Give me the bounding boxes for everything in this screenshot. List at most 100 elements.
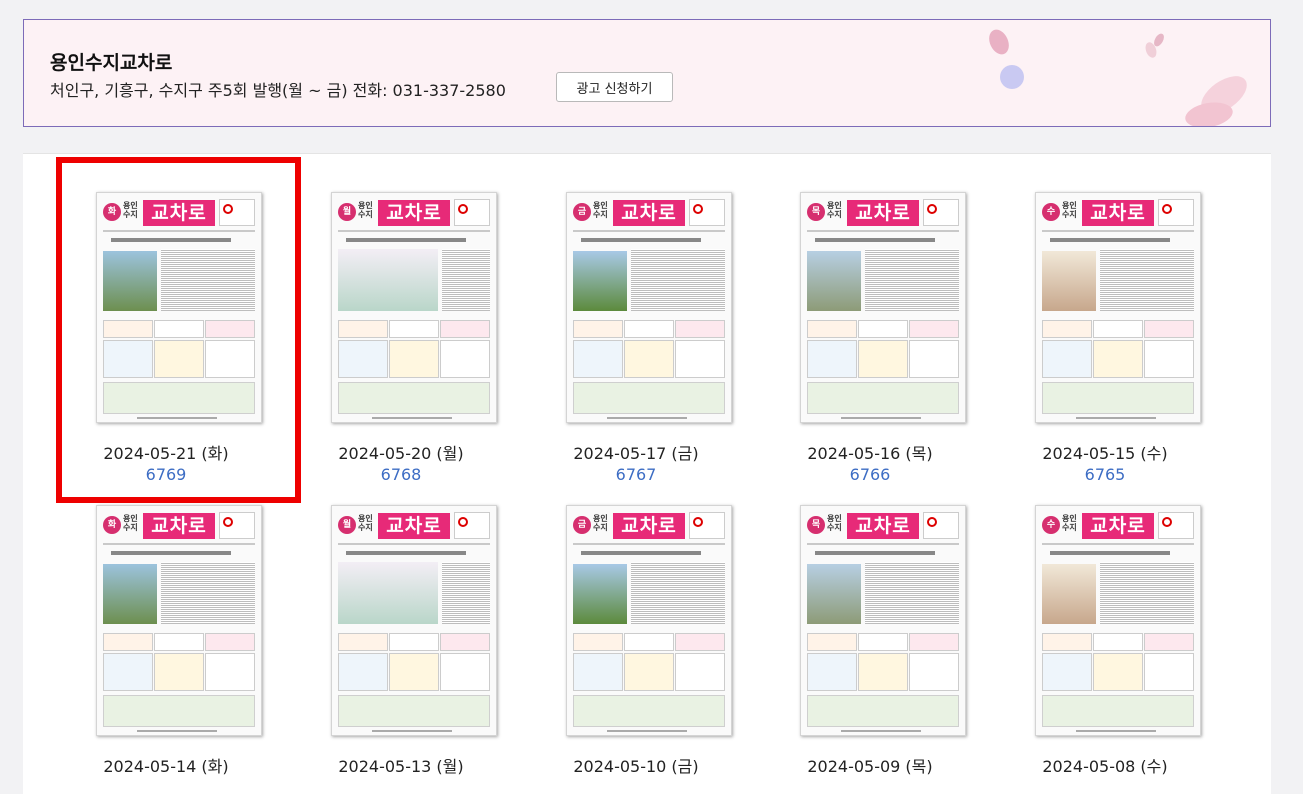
headline-bar: [581, 551, 701, 555]
issue-thumbnail[interactable]: 월 용인 수지 교차로: [331, 192, 497, 423]
ad-application-button[interactable]: 광고 신청하기: [556, 72, 673, 102]
masthead: 월 용인 수지 교차로: [338, 199, 490, 227]
headline-bar: [111, 551, 231, 555]
article-text: [161, 562, 255, 624]
divider: [1042, 543, 1194, 545]
issue-thumbnail[interactable]: 목 용인 수지 교차로: [800, 192, 966, 423]
issue-number-link[interactable]: 6765: [995, 465, 1215, 484]
newspaper-logo: 교차로: [613, 513, 685, 539]
issue-date: 2024-05-16 (목): [807, 444, 933, 463]
masthead: 목 용인 수지 교차로: [807, 512, 959, 540]
newspaper-logo: 교차로: [143, 200, 215, 226]
region-label: 용인 수지: [827, 201, 842, 219]
classified-ads: [338, 633, 490, 693]
issue-thumbnail[interactable]: 목 용인 수지 교차로: [800, 505, 966, 736]
issue-number-link[interactable]: 6768: [291, 465, 511, 484]
issue-date: 2024-05-10 (금): [573, 757, 699, 776]
masthead: 수 용인 수지 교차로: [1042, 199, 1194, 227]
footer-ad: [807, 382, 959, 414]
footer-line: [137, 730, 217, 732]
cover-photo: [573, 251, 627, 311]
headline-bar: [1050, 238, 1170, 242]
footer-ad: [807, 695, 959, 727]
newspaper-logo: 교차로: [847, 513, 919, 539]
newspaper-logo: 교차로: [1082, 200, 1154, 226]
issue-date: 2024-05-13 (월): [338, 757, 464, 776]
article-text: [631, 562, 725, 624]
footer-ad: [338, 382, 490, 414]
cover-photo: [807, 564, 861, 624]
region-label: 용인 수지: [123, 201, 138, 219]
classified-ads: [807, 633, 959, 693]
article-text: [865, 249, 959, 311]
divider: [807, 230, 959, 232]
issue-date: 2024-05-21 (화): [103, 444, 229, 463]
day-badge: 화: [103, 516, 121, 534]
divider: [1042, 230, 1194, 232]
cover-photo: [573, 564, 627, 624]
issue-date: 2024-05-08 (수): [1042, 757, 1168, 776]
newspaper-cover: 월 용인 수지 교차로: [331, 505, 497, 736]
newspaper-logo: 교차로: [613, 200, 685, 226]
day-badge: 목: [807, 516, 825, 534]
masthead: 목 용인 수지 교차로: [807, 199, 959, 227]
newspaper-cover: 화 용인 수지 교차로: [96, 192, 262, 423]
issue-thumbnail[interactable]: 화 용인 수지 교차로: [96, 505, 262, 736]
classified-ads: [103, 633, 255, 693]
newspaper-cover: 금 용인 수지 교차로: [566, 505, 732, 736]
region-label: 용인 수지: [358, 514, 373, 532]
footer-ad: [1042, 695, 1194, 727]
issue-thumbnail[interactable]: 수 용인 수지 교차로: [1035, 192, 1201, 423]
petal-decoration-icon: [989, 29, 1247, 126]
footer-ad: [1042, 382, 1194, 414]
region-label: 용인 수지: [1062, 201, 1077, 219]
footer-line: [1076, 730, 1156, 732]
day-badge: 금: [573, 203, 591, 221]
article-text: [865, 562, 959, 624]
issue-number-link[interactable]: 6767: [526, 465, 746, 484]
issue-number-link[interactable]: 6766: [760, 465, 980, 484]
footer-line: [607, 730, 687, 732]
cover-photo: [103, 564, 157, 624]
masthead: 수 용인 수지 교차로: [1042, 512, 1194, 540]
no-sign-icon: [1158, 512, 1194, 539]
issue-thumbnail[interactable]: 금 용인 수지 교차로: [566, 505, 732, 736]
issue-thumbnail[interactable]: 월 용인 수지 교차로: [331, 505, 497, 736]
day-badge: 화: [103, 203, 121, 221]
headline-bar: [111, 238, 231, 242]
newspaper-logo: 교차로: [143, 513, 215, 539]
divider: [338, 543, 490, 545]
newspaper-cover: 화 용인 수지 교차로: [96, 505, 262, 736]
classified-ads: [573, 320, 725, 380]
footer-line: [372, 417, 452, 419]
day-badge: 월: [338, 516, 356, 534]
no-sign-icon: [219, 199, 255, 226]
no-sign-icon: [1158, 199, 1194, 226]
masthead: 화 용인 수지 교차로: [103, 199, 255, 227]
region-label: 용인 수지: [593, 201, 608, 219]
newspaper-cover: 목 용인 수지 교차로: [800, 192, 966, 423]
newspaper-header: 용인수지교차로 처인구, 기흥구, 수지구 주5회 발행(월 ~ 금) 전화: …: [23, 19, 1271, 127]
masthead: 화 용인 수지 교차로: [103, 512, 255, 540]
article-text: [1100, 249, 1194, 311]
no-sign-icon: [923, 199, 959, 226]
issue-date: 2024-05-17 (금): [573, 444, 699, 463]
region-label: 용인 수지: [358, 201, 373, 219]
footer-ad: [103, 695, 255, 727]
issue-thumbnail[interactable]: 수 용인 수지 교차로: [1035, 505, 1201, 736]
footer-line: [841, 417, 921, 419]
issue-number-link[interactable]: 6769: [56, 465, 276, 484]
day-badge: 월: [338, 203, 356, 221]
divider: [807, 543, 959, 545]
headline-bar: [1050, 551, 1170, 555]
divider: [338, 230, 490, 232]
region-label: 용인 수지: [827, 514, 842, 532]
no-sign-icon: [689, 512, 725, 539]
no-sign-icon: [923, 512, 959, 539]
divider: [573, 543, 725, 545]
day-badge: 금: [573, 516, 591, 534]
issue-thumbnail[interactable]: 금 용인 수지 교차로: [566, 192, 732, 423]
newspaper-logo: 교차로: [847, 200, 919, 226]
issue-thumbnail[interactable]: 화 용인 수지 교차로: [96, 192, 262, 423]
no-sign-icon: [219, 512, 255, 539]
